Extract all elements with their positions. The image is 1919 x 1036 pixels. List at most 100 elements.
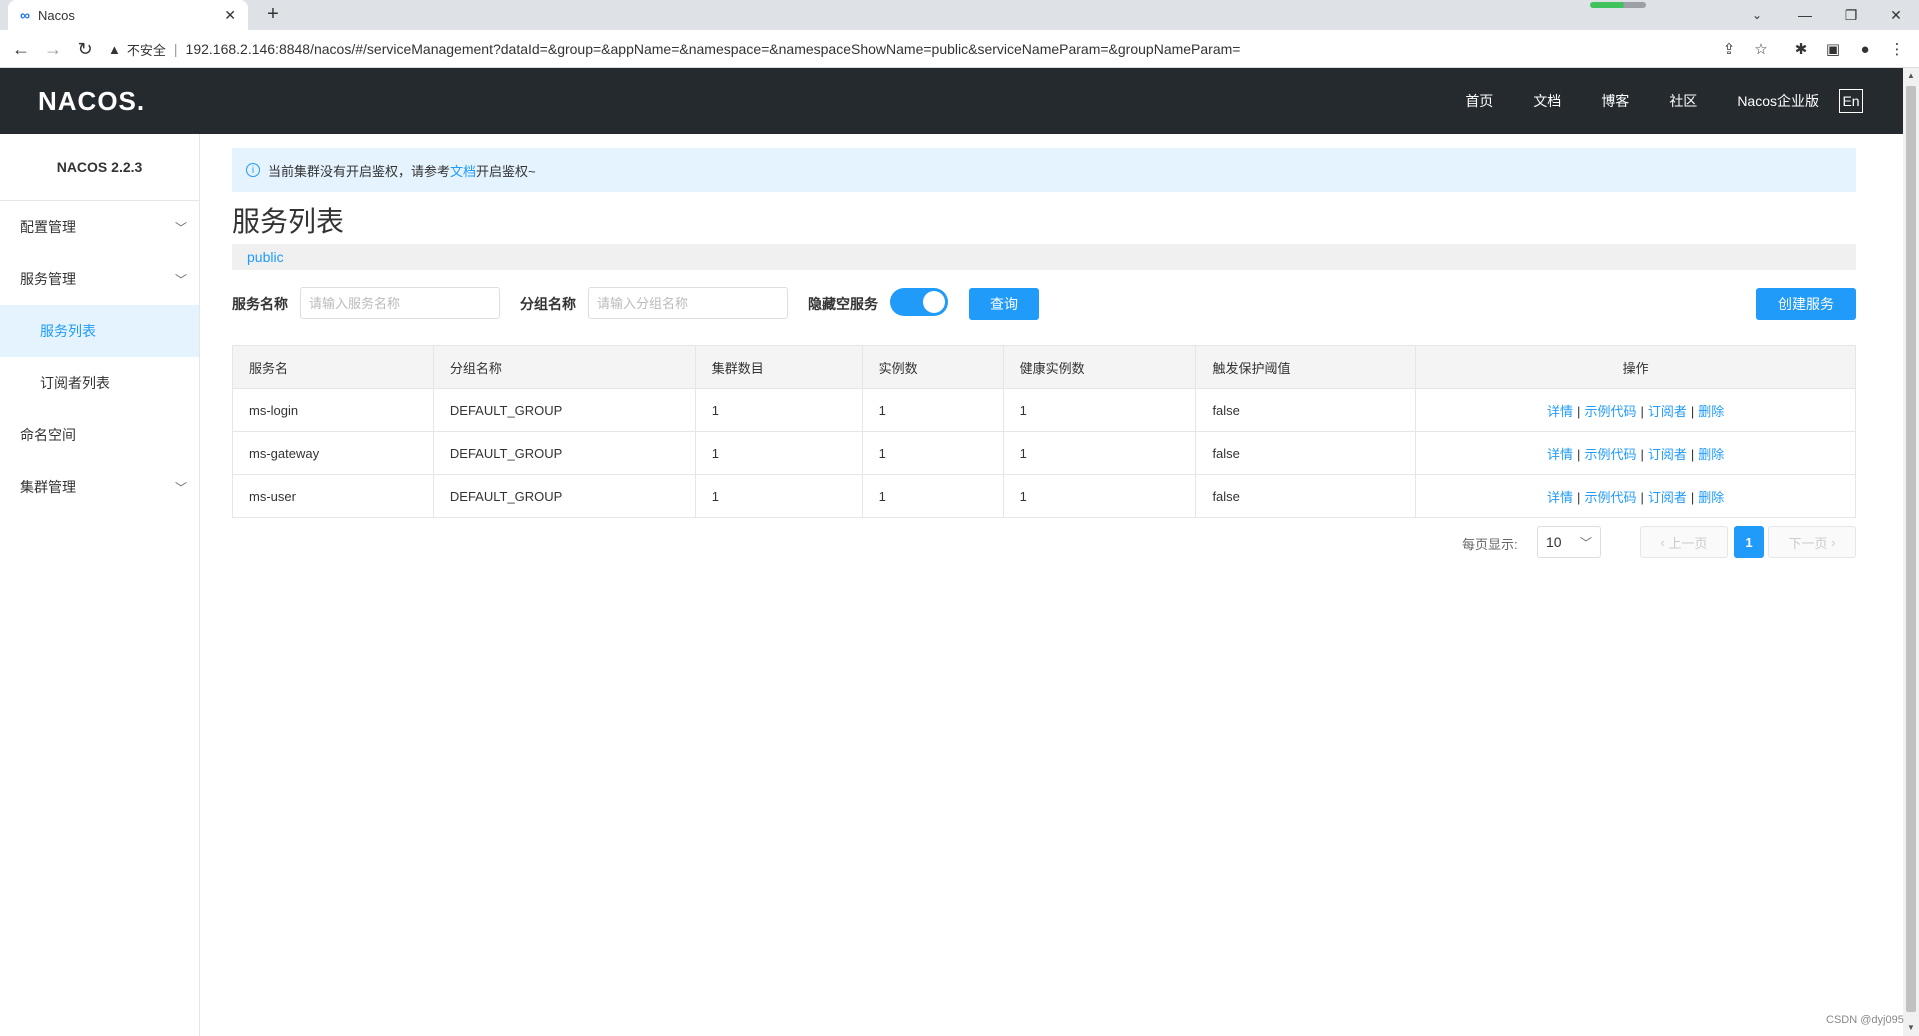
- page-size-select[interactable]: 10 ﹀: [1537, 526, 1601, 558]
- close-tab-icon[interactable]: ✕: [224, 7, 236, 24]
- col-operations: 操作: [1415, 345, 1856, 389]
- more-menu-icon[interactable]: ⋮: [1884, 36, 1910, 62]
- nav-enterprise[interactable]: Nacos企业版: [1737, 91, 1819, 111]
- sidebar-item-subscribers[interactable]: 订阅者列表: [0, 357, 199, 409]
- extensions-icon[interactable]: ✱: [1788, 36, 1814, 62]
- group-name-label: 分组名称: [520, 296, 576, 312]
- url-divider: |: [173, 41, 178, 57]
- chevron-down-icon: ﹀: [174, 272, 187, 287]
- browser-tab[interactable]: ∞ Nacos ✕: [8, 0, 248, 30]
- col-instance-count: 实例数: [861, 345, 1004, 389]
- group-name-input[interactable]: [588, 287, 788, 319]
- chevron-down-icon: ﹀: [174, 220, 187, 235]
- notice-docs-link[interactable]: 文档: [450, 161, 476, 180]
- address-bar[interactable]: ▲ 不安全 | 192.168.2.146:8848/nacos/#/servi…: [108, 35, 1768, 63]
- reload-icon[interactable]: ↻: [72, 36, 98, 62]
- info-icon: i: [246, 163, 260, 177]
- cell-instance-count: 1: [861, 474, 1004, 518]
- tab-search-chevron-icon[interactable]: ⌄: [1742, 0, 1772, 30]
- subscriber-link[interactable]: 订阅者: [1648, 404, 1687, 419]
- insecure-label: 不安全: [126, 42, 166, 58]
- sidebar-item-label: 服务管理: [20, 271, 76, 287]
- sidebar-item-label: 订阅者列表: [40, 375, 110, 391]
- delete-link[interactable]: 删除: [1698, 404, 1724, 419]
- prev-page-label: 上一页: [1668, 535, 1708, 551]
- restore-icon[interactable]: ❐: [1828, 0, 1874, 30]
- watermark: CSDN @dyj095: [1826, 1014, 1904, 1026]
- cell-protect-threshold: false: [1195, 474, 1417, 518]
- url-text: 192.168.2.146:8848/nacos/#/serviceManage…: [185, 41, 1241, 57]
- page-title: 服务列表: [232, 206, 345, 237]
- subscriber-link[interactable]: 订阅者: [1648, 490, 1687, 505]
- sample-code-link[interactable]: 示例代码: [1584, 404, 1636, 419]
- minimize-icon[interactable]: —: [1782, 0, 1828, 30]
- filter-bar: 服务名称 分组名称 隐藏空服务 查询 创建服务: [232, 286, 1856, 320]
- scroll-up-icon[interactable]: ▲: [1903, 68, 1919, 84]
- window-close-icon[interactable]: ✕: [1873, 0, 1919, 30]
- subscriber-link[interactable]: 订阅者: [1648, 447, 1687, 462]
- cell-cluster-count: 1: [694, 431, 863, 475]
- nav-blog[interactable]: 博客: [1601, 91, 1629, 111]
- version-label: NACOS 2.2.3: [0, 134, 199, 201]
- table-header-row: 服务名 分组名称 集群数目 实例数 健康实例数 触发保护阈值 操作: [232, 345, 1856, 389]
- service-name-input[interactable]: [300, 287, 500, 319]
- language-switch-button[interactable]: En: [1839, 89, 1863, 113]
- hide-empty-toggle[interactable]: [890, 288, 948, 316]
- cell-group-name: DEFAULT_GROUP: [432, 388, 696, 432]
- namespace-public-link[interactable]: public: [247, 249, 284, 265]
- notice-text-before: 当前集群没有开启鉴权，请参考: [268, 163, 451, 179]
- sidebar-item-service-list[interactable]: 服务列表: [0, 305, 199, 357]
- sidebar-item-cluster[interactable]: 集群管理 ﹀: [0, 461, 199, 513]
- delete-link[interactable]: 删除: [1698, 447, 1724, 462]
- nacos-favicon-icon: ∞: [20, 7, 30, 23]
- detail-link[interactable]: 详情: [1547, 490, 1573, 505]
- sidebar-item-namespace[interactable]: 命名空间: [0, 409, 199, 461]
- sidebar-item-label: 集群管理: [20, 479, 76, 495]
- new-tab-button[interactable]: +: [262, 4, 284, 26]
- detail-link[interactable]: 详情: [1547, 404, 1573, 419]
- op-separator: |: [1690, 489, 1695, 505]
- sidebar-item-label: 服务列表: [40, 323, 96, 339]
- delete-link[interactable]: 删除: [1698, 490, 1724, 505]
- cell-healthy-count: 1: [1002, 474, 1197, 518]
- cell-instance-count: 1: [861, 431, 1004, 475]
- page-number-current[interactable]: 1: [1734, 526, 1764, 558]
- pagination: 每页显示: 10 ﹀ ‹ 上一页 1 下一页 ›: [232, 526, 1856, 558]
- nacos-logo[interactable]: NACOS.: [38, 86, 145, 117]
- app-header: NACOS. 首页 文档 博客 社区 Nacos企业版: [0, 68, 1919, 134]
- sidebar-item-service[interactable]: 服务管理 ﹀: [0, 253, 199, 305]
- op-separator: |: [1577, 446, 1581, 462]
- next-page-button[interactable]: 下一页 ›: [1768, 526, 1856, 558]
- browser-tab-strip: ∞ Nacos ✕ + ⌄ — ❐ ✕: [0, 0, 1919, 30]
- create-service-button[interactable]: 创建服务: [1756, 288, 1856, 320]
- op-separator: |: [1577, 403, 1581, 419]
- query-button[interactable]: 查询: [969, 288, 1039, 320]
- chevron-down-icon: ﹀: [174, 480, 187, 495]
- detail-link[interactable]: 详情: [1547, 447, 1573, 462]
- sidebar-item-config[interactable]: 配置管理 ﹀: [0, 201, 199, 253]
- hide-empty-label: 隐藏空服务: [808, 296, 878, 312]
- op-separator: |: [1690, 446, 1695, 462]
- nav-home[interactable]: 首页: [1465, 91, 1493, 111]
- cell-service-name: ms-user: [232, 474, 434, 518]
- share-icon[interactable]: ⇪: [1716, 36, 1742, 62]
- table-row: ms-user DEFAULT_GROUP 1 1 1 false 详情 | 示例代…: [232, 474, 1856, 518]
- nav-docs[interactable]: 文档: [1533, 91, 1561, 111]
- side-panel-icon[interactable]: ▣: [1820, 36, 1846, 62]
- scrollbar-thumb[interactable]: [1906, 86, 1916, 1012]
- cell-operations: 详情 | 示例代码 | 订阅者 | 删除: [1415, 388, 1856, 432]
- op-separator: |: [1640, 403, 1644, 419]
- col-healthy-count: 健康实例数: [1002, 345, 1197, 389]
- sample-code-link[interactable]: 示例代码: [1584, 447, 1636, 462]
- scroll-down-icon[interactable]: ▼: [1903, 1020, 1919, 1036]
- back-icon[interactable]: ←: [8, 36, 34, 62]
- cell-protect-threshold: false: [1195, 388, 1417, 432]
- forward-icon[interactable]: →: [40, 36, 66, 62]
- profile-avatar-icon[interactable]: ●: [1852, 36, 1878, 62]
- prev-page-button[interactable]: ‹ 上一页: [1640, 526, 1728, 558]
- bookmark-star-icon[interactable]: ☆: [1748, 36, 1774, 62]
- sample-code-link[interactable]: 示例代码: [1584, 490, 1636, 505]
- nav-community[interactable]: 社区: [1669, 91, 1697, 111]
- page-scrollbar[interactable]: ▲ ▼: [1903, 68, 1919, 1036]
- col-service-name: 服务名: [232, 345, 434, 389]
